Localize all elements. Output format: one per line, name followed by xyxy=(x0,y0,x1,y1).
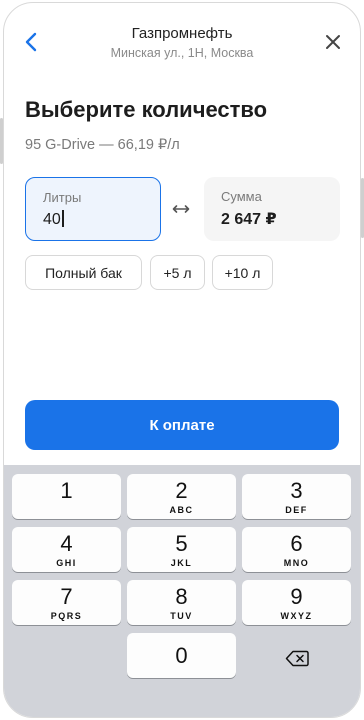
sum-label: Сумма xyxy=(221,189,262,204)
key-4[interactable]: 4 GHI xyxy=(12,527,121,572)
key-digit: 7 xyxy=(60,584,73,609)
sum-value: 2 647 ₽ xyxy=(221,211,277,228)
header: Газпромнефть Минская ул., 1Н, Москва xyxy=(4,3,360,73)
key-digit: 1 xyxy=(60,478,73,503)
key-1[interactable]: 1 xyxy=(12,474,121,519)
key-digit: 0 xyxy=(175,643,188,668)
liters-label: Литры xyxy=(43,190,82,205)
key-7[interactable]: 7 PQRS xyxy=(12,580,121,625)
key-2[interactable]: 2 ABC xyxy=(127,474,236,519)
page-title: Выберите количество xyxy=(25,97,268,122)
sum-input[interactable]: Сумма 2 647 ₽ xyxy=(204,177,340,241)
close-button[interactable] xyxy=(324,33,342,51)
key-digit: 4 xyxy=(60,531,73,556)
pay-button[interactable]: К оплате xyxy=(25,400,339,450)
key-letters: WXYZ xyxy=(280,611,313,621)
key-letters: PQRS xyxy=(50,611,83,621)
plus-5-liters-chip[interactable]: +5 л xyxy=(150,255,205,290)
key-digit: 6 xyxy=(290,531,303,556)
backspace-icon xyxy=(285,650,309,667)
swap-arrows-icon xyxy=(172,205,190,213)
fuel-price-info: 95 G-Drive — 66,19 ₽/л xyxy=(25,137,180,153)
close-icon xyxy=(326,35,340,49)
liters-input[interactable]: Литры 40 xyxy=(25,177,161,241)
key-6[interactable]: 6 MNO xyxy=(242,527,351,572)
liters-value: 40 xyxy=(43,210,64,229)
phone-screen: Газпромнефть Минская ул., 1Н, Москва Выб… xyxy=(3,2,361,718)
plus-10-liters-chip[interactable]: +10 л xyxy=(212,255,273,290)
key-0[interactable]: 0 xyxy=(127,633,236,678)
key-letters: MNO xyxy=(283,558,310,568)
key-8[interactable]: 8 TUV xyxy=(127,580,236,625)
key-digit: 9 xyxy=(290,584,303,609)
key-5[interactable]: 5 JKL xyxy=(127,527,236,572)
numeric-keypad: 1 2 ABC 3 DEF 4 GHI 5 JKL 6 MNO 7 PQRS 8 xyxy=(4,465,360,717)
key-letters: GHI xyxy=(56,558,77,568)
backspace-button[interactable] xyxy=(241,636,350,681)
key-digit: 5 xyxy=(175,531,188,556)
key-letters: JKL xyxy=(170,558,193,568)
text-caret xyxy=(61,210,64,227)
station-name: Газпромнефть xyxy=(131,25,233,42)
key-digit: 8 xyxy=(175,584,188,609)
station-address: Минская ул., 1Н, Москва xyxy=(110,46,254,60)
key-digit: 3 xyxy=(290,478,303,503)
key-letters: ABC xyxy=(169,505,194,515)
key-letters: TUV xyxy=(170,611,193,621)
key-3[interactable]: 3 DEF xyxy=(242,474,351,519)
key-digit: 2 xyxy=(175,478,188,503)
key-9[interactable]: 9 WXYZ xyxy=(242,580,351,625)
full-tank-chip[interactable]: Полный бак xyxy=(25,255,142,290)
key-letters: DEF xyxy=(285,505,308,515)
